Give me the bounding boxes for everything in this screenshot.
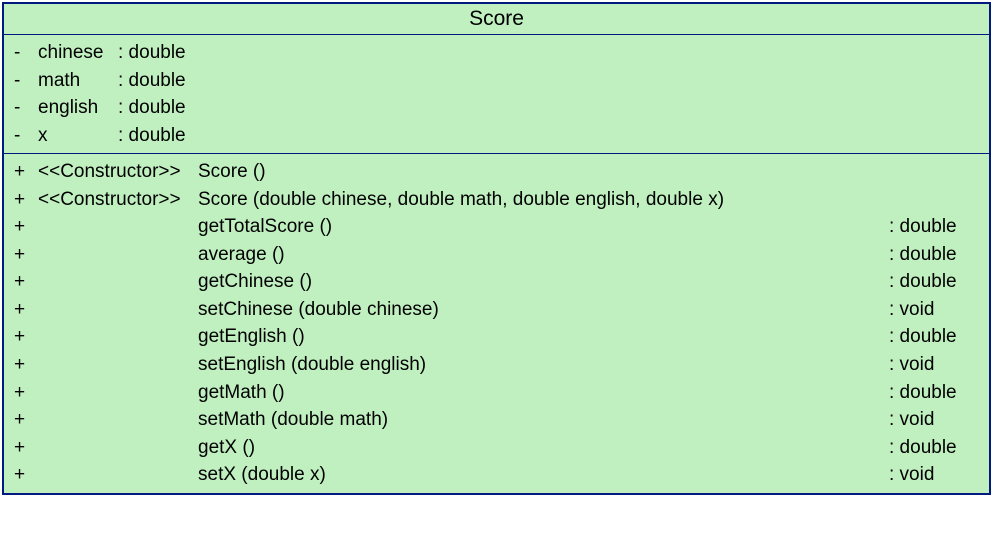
class-name: Score [469,7,524,30]
attribute-row: -x: double [14,122,979,150]
operation-row: + setEnglish (double english): void [14,351,979,379]
visibility: + [14,186,38,214]
visibility: + [14,406,38,434]
operation-row: + getX (): double [14,434,979,462]
uml-class-box: Score -chinese: double-math: double-engl… [2,2,991,495]
signature: getTotalScore () [198,213,889,241]
return-type: : void [889,461,979,489]
attribute-type: : double [118,67,186,95]
return-type: : double [889,379,979,407]
return-type: : double [889,241,979,269]
visibility: - [14,122,38,150]
operation-row: + getTotalScore (): double [14,213,979,241]
stereotype: <<Constructor>> [38,186,198,214]
visibility: + [14,213,38,241]
return-type: : double [889,434,979,462]
operation-row: + setChinese (double chinese): void [14,296,979,324]
signature: getMath () [198,379,889,407]
attribute-row: -english: double [14,94,979,122]
operations-section: +<<Constructor>>Score ()+<<Constructor>>… [4,154,989,493]
attribute-name: chinese [38,39,118,67]
signature: average () [198,241,889,269]
return-type: : void [889,406,979,434]
attribute-row: -math: double [14,67,979,95]
signature: setMath (double math) [198,406,889,434]
visibility: + [14,296,38,324]
attributes-section: -chinese: double-math: double-english: d… [4,35,989,154]
visibility: + [14,434,38,462]
visibility: + [14,268,38,296]
operation-row: + setX (double x): void [14,461,979,489]
signature: Score (double chinese, double math, doub… [198,186,889,214]
operation-row: +<<Constructor>>Score (double chinese, d… [14,186,979,214]
attribute-name: math [38,67,118,95]
attribute-type: : double [118,122,186,150]
attribute-type: : double [118,94,186,122]
signature: setX (double x) [198,461,889,489]
operation-row: + getMath (): double [14,379,979,407]
visibility: + [14,323,38,351]
signature: getX () [198,434,889,462]
return-type: : void [889,296,979,324]
operation-row: + setMath (double math): void [14,406,979,434]
signature: getChinese () [198,268,889,296]
visibility: - [14,67,38,95]
attribute-row: -chinese: double [14,39,979,67]
return-type: : double [889,268,979,296]
stereotype: <<Constructor>> [38,158,198,186]
signature: setChinese (double chinese) [198,296,889,324]
attribute-name: english [38,94,118,122]
signature: Score () [198,158,889,186]
signature: getEnglish () [198,323,889,351]
visibility: - [14,94,38,122]
visibility: + [14,379,38,407]
visibility: - [14,39,38,67]
attribute-name: x [38,122,118,150]
signature: setEnglish (double english) [198,351,889,379]
attribute-type: : double [118,39,186,67]
return-type: : double [889,213,979,241]
class-name-header: Score [4,4,989,35]
operation-row: + average (): double [14,241,979,269]
operation-row: + getChinese (): double [14,268,979,296]
operation-row: + getEnglish (): double [14,323,979,351]
visibility: + [14,158,38,186]
return-type: : double [889,323,979,351]
visibility: + [14,351,38,379]
visibility: + [14,241,38,269]
visibility: + [14,461,38,489]
return-type: : void [889,351,979,379]
operation-row: +<<Constructor>>Score () [14,158,979,186]
